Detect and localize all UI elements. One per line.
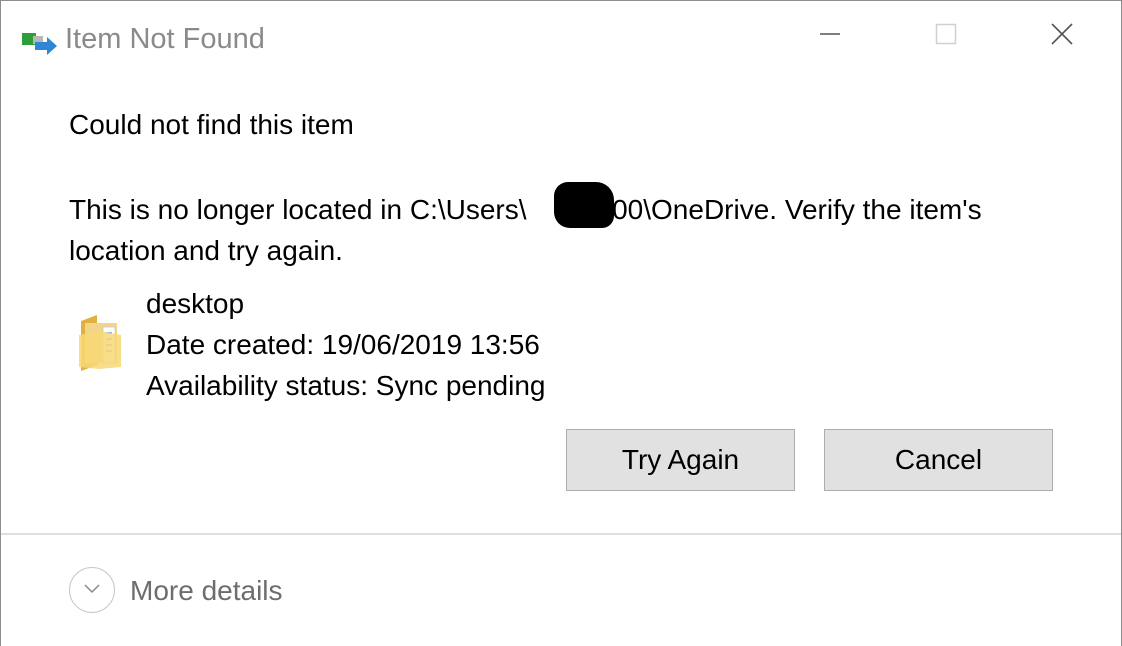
move-file-icon (21, 29, 59, 55)
chevron-down-icon (83, 581, 101, 599)
close-icon (1050, 22, 1074, 51)
folder-icon (77, 313, 125, 371)
item-not-found-dialog: Item Not Found Could not find this item … (0, 0, 1122, 646)
item-date-created: Date created: 19/06/2019 13:56 (146, 329, 540, 360)
item-name: desktop (146, 288, 245, 319)
item-info: desktop Date created: 19/06/2019 13:56 A… (146, 283, 546, 406)
close-button[interactable] (1003, 1, 1121, 71)
minimize-button[interactable] (771, 1, 889, 71)
main-instruction: Could not find this item (69, 109, 354, 140)
maximize-icon (935, 23, 957, 50)
redaction-mark (554, 182, 614, 228)
minimize-icon (819, 23, 841, 50)
maximize-button[interactable] (887, 1, 1005, 71)
try-again-button[interactable]: Try Again (566, 429, 795, 491)
more-details-toggle[interactable] (69, 567, 115, 613)
more-details-label[interactable]: More details (130, 573, 283, 609)
title-bar[interactable]: Item Not Found (1, 1, 1121, 73)
item-availability: Availability status: Sync pending (146, 370, 546, 401)
cancel-button[interactable]: Cancel (824, 429, 1053, 491)
footer-area: More details (1, 533, 1121, 646)
window-title: Item Not Found (65, 23, 265, 55)
